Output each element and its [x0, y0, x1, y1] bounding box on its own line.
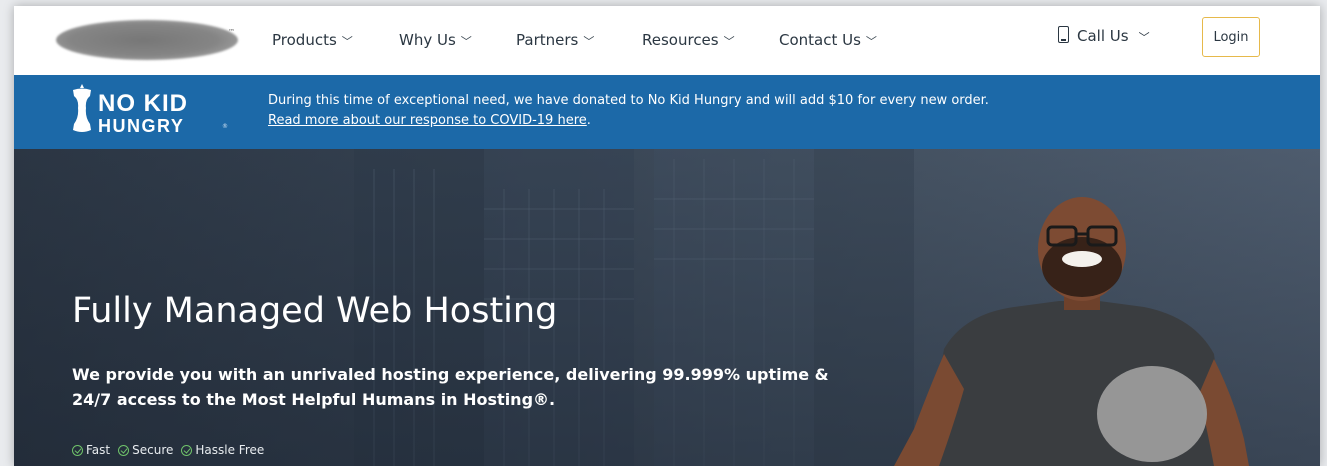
trademark-mark: ™ — [228, 28, 235, 36]
no-kid-hungry-logo[interactable]: NO KID HUNGRY ® — [70, 82, 230, 142]
feature-item-secure: Secure — [118, 443, 173, 457]
feature-item-fast: Fast — [72, 443, 110, 457]
top-navigation: ™ Products ﹀ Why Us ﹀ Partners ﹀ Resources ﹀… — [14, 6, 1320, 75]
feature-list: Fast Secure Hassle Free — [72, 443, 264, 457]
feature-item-hassle-free: Hassle Free — [181, 443, 264, 457]
nav-item-partners[interactable]: Partners ﹀ — [516, 31, 594, 49]
nav-item-contact-us[interactable]: Contact Us ﹀ — [779, 31, 877, 49]
call-us-dropdown[interactable]: Call Us ﹀ — [1058, 26, 1150, 45]
feature-label: Hassle Free — [195, 443, 265, 457]
chevron-down-icon: ﹀ — [865, 35, 877, 48]
call-us-label: Call Us — [1077, 27, 1129, 45]
feature-label: Fast — [86, 443, 111, 457]
chevron-down-icon: ﹀ — [1138, 31, 1150, 44]
hero-subtitle-line: 24/7 access to the Most Helpful Humans i… — [72, 390, 556, 409]
hero-subtitle-line: We provide you with an unrivaled hosting… — [72, 365, 829, 384]
hero-title: Fully Managed Web Hosting — [72, 291, 558, 331]
logo-word-no-kid: NO KID — [98, 90, 188, 117]
check-circle-icon — [118, 444, 130, 456]
check-circle-icon — [181, 444, 193, 456]
support-person-photo — [894, 197, 1249, 466]
brand-logo-redacted[interactable] — [56, 20, 238, 60]
hero-section: Fully Managed Web Hosting We provide you… — [14, 149, 1320, 466]
chevron-down-icon: ﹀ — [583, 35, 595, 48]
check-circle-icon — [72, 444, 83, 456]
registered-mark: ® — [222, 123, 228, 130]
nav-label: Contact Us — [779, 31, 861, 49]
chevron-down-icon: ﹀ — [341, 35, 353, 48]
nav-item-why-us[interactable]: Why Us ﹀ — [399, 31, 472, 49]
banner-link-row: Read more about our response to COVID-19… — [268, 111, 989, 131]
banner-message-block: During this time of exceptional need, we… — [268, 91, 989, 131]
covid-banner: NO KID HUNGRY ® During this time of exce… — [14, 75, 1320, 149]
nav-item-products[interactable]: Products ﹀ — [272, 31, 353, 49]
apple-core-icon — [73, 84, 91, 132]
chevron-down-icon: ﹀ — [460, 35, 472, 48]
browser-page: ™ Products ﹀ Why Us ﹀ Partners ﹀ Resources ﹀… — [14, 6, 1320, 466]
logo-word-hungry: HUNGRY — [98, 116, 185, 136]
banner-message: During this time of exceptional need, we… — [268, 93, 989, 108]
login-button[interactable]: Login — [1202, 17, 1260, 57]
nav-label: Resources — [642, 31, 719, 49]
hero-subtitle: We provide you with an unrivaled hosting… — [72, 362, 872, 412]
nav-item-resources[interactable]: Resources ﹀ — [642, 31, 735, 49]
feature-label: Secure — [132, 443, 174, 457]
nav-label: Partners — [516, 31, 579, 49]
covid-response-link[interactable]: Read more about our response to COVID-19… — [268, 113, 587, 128]
chevron-down-icon: ﹀ — [723, 35, 735, 48]
link-suffix: . — [586, 113, 591, 128]
phone-icon — [1058, 26, 1069, 43]
nav-label: Products — [272, 31, 337, 49]
nav-label: Why Us — [399, 31, 456, 49]
